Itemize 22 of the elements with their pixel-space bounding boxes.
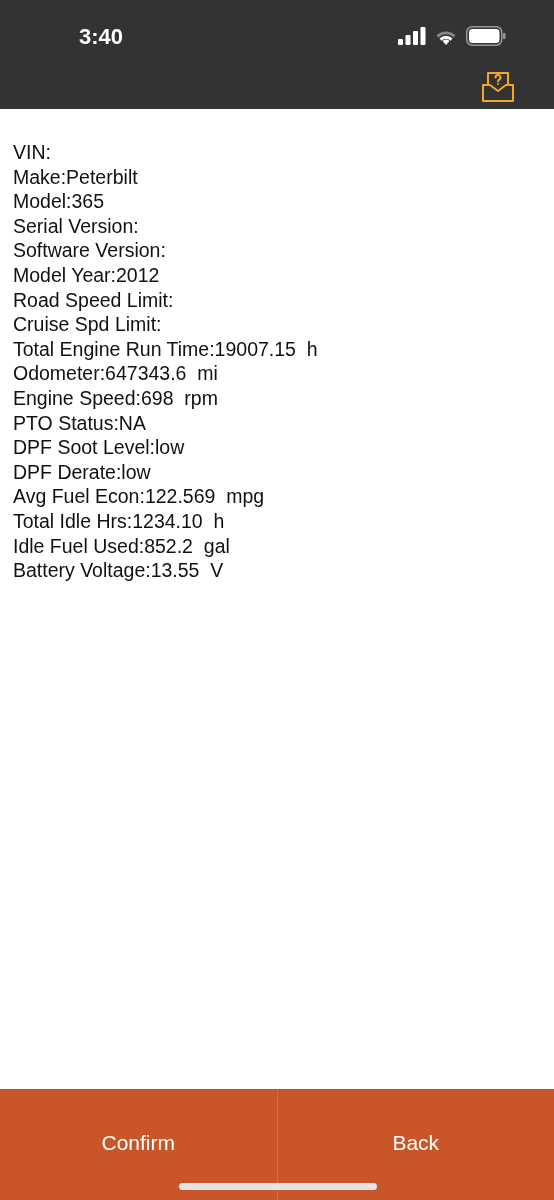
info-line: Engine Speed:698 rpm: [13, 385, 219, 411]
info-line: Battery Voltage:13.55 V: [13, 558, 225, 583]
help-tray-icon[interactable]: [482, 72, 514, 102]
info-line: Software Version:: [13, 238, 167, 263]
info-line: DPF Derate:low: [13, 459, 152, 485]
info-line: Make:Peterbilt: [13, 164, 139, 190]
info-line: Total Idle Hrs:1234.10 h: [13, 508, 226, 534]
info-line: VIN:: [13, 140, 52, 165]
info-line: Avg Fuel Econ:122.569 mpg: [13, 484, 266, 509]
info-line: Serial Version:: [13, 213, 140, 239]
info-line: Road Speed Limit:: [13, 287, 175, 313]
info-line: Odometer:647343.6 mi: [13, 361, 219, 386]
status-time: 3:40: [79, 22, 124, 51]
info-line: PTO Status:NA: [13, 410, 147, 436]
info-line: Model Year:2012: [13, 262, 161, 288]
info-line: Cruise Spd Limit:: [13, 312, 163, 337]
battery-icon: [466, 26, 506, 46]
info-line: Idle Fuel Used:852.2 gal: [13, 533, 231, 559]
info-line: Model:365: [13, 189, 106, 214]
signal-icon: [398, 27, 426, 45]
info-line: Total Engine Run Time:19007.15 h: [13, 336, 319, 362]
info-line: DPF Soot Level:low: [13, 435, 186, 460]
